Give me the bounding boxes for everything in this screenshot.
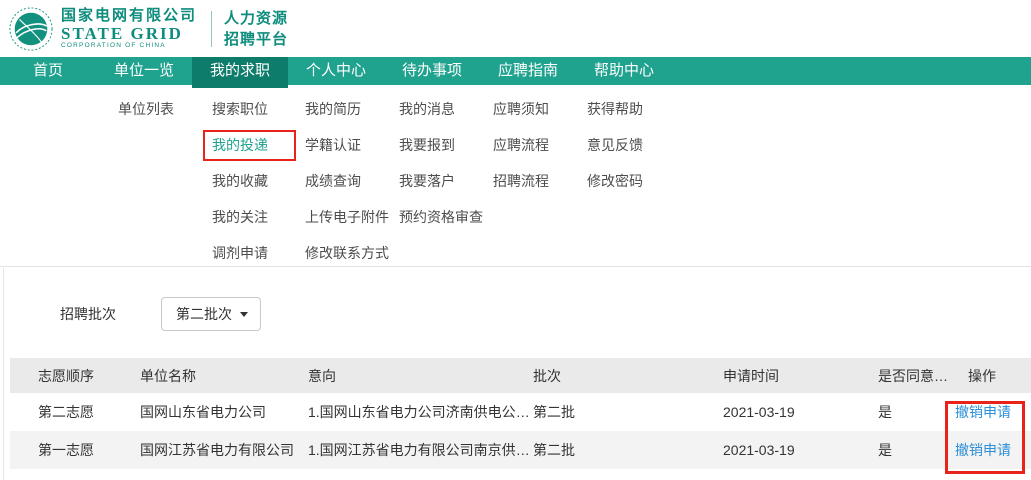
nav-item[interactable]: 帮助中心 [576, 57, 672, 85]
header: 国家电网有限公司 STATE GRID CORPORATION OF CHINA… [0, 0, 1031, 57]
table-cell-agree: 是 [878, 431, 955, 469]
menu-item[interactable]: 上传电子附件 [305, 199, 389, 235]
page: 国家电网有限公司 STATE GRID CORPORATION OF CHINA… [0, 0, 1031, 480]
applications-table: 志愿顺序单位名称意向批次申请时间是否同意调剂操作 第二志愿国网山东省电力公司1.… [10, 358, 1031, 469]
menu-item[interactable]: 我的关注 [212, 199, 268, 235]
platform-line2: 招聘平台 [224, 29, 288, 50]
menu-item[interactable]: 我的收藏 [212, 163, 268, 199]
nav-item[interactable]: 应聘指南 [480, 57, 576, 85]
table-header-row: 志愿顺序单位名称意向批次申请时间是否同意调剂操作 [10, 358, 1031, 393]
table-cell-apply-time: 2021-03-19 [723, 431, 878, 469]
main-nav: 首页单位一览我的求职个人中心待办事项应聘指南帮助中心 [0, 57, 1031, 85]
nav-item[interactable]: 待办事项 [384, 57, 480, 85]
company-name-en: STATE GRID [61, 25, 197, 42]
logo-text: 国家电网有限公司 STATE GRID CORPORATION OF CHINA [61, 8, 197, 50]
table-header-cell: 批次 [533, 358, 723, 393]
batch-select-dropdown[interactable]: 第二批次 [161, 297, 261, 331]
table-row: 第一志愿国网江苏省电力有限公司1.国网江苏省电力有限公司南京供电分...第二批2… [10, 431, 1031, 469]
menu-column: 应聘须知应聘流程招聘流程 [493, 91, 549, 199]
menu-item[interactable]: 学籍认证 [305, 127, 389, 163]
chevron-down-icon [240, 312, 248, 317]
logo-divider [211, 11, 212, 47]
filter-row: 招聘批次 第二批次 [60, 297, 1031, 331]
menu-item[interactable]: 我要报到 [399, 127, 483, 163]
table-cell-batch: 第二批 [533, 431, 723, 469]
revoke-application-link[interactable]: 撤销申请 [955, 404, 1011, 420]
menu-column: 单位列表 [118, 91, 174, 127]
table-cell-batch: 第二批 [533, 393, 723, 431]
table-row: 第二志愿国网山东省电力公司1.国网山东省电力公司济南供电公司;2...第二批20… [10, 393, 1031, 431]
menu-item[interactable]: 招聘流程 [493, 163, 549, 199]
platform-title: 人力资源 招聘平台 [224, 8, 288, 50]
menu-item[interactable]: 修改密码 [587, 163, 643, 199]
menu-item[interactable]: 应聘流程 [493, 127, 549, 163]
table-header-cell: 单位名称 [140, 358, 308, 393]
nav-item[interactable]: 个人中心 [288, 57, 384, 85]
table-cell-order: 第一志愿 [10, 431, 140, 469]
menu-item[interactable]: 我的投递 [212, 127, 268, 163]
menu-column: 获得帮助意见反馈修改密码 [587, 91, 643, 199]
menu-column: 我的简历学籍认证成绩查询上传电子附件修改联系方式 [305, 91, 389, 271]
content-left-edge [3, 268, 4, 480]
table-header-cell: 志愿顺序 [10, 358, 140, 393]
table-cell-unit: 国网山东省电力公司 [140, 393, 308, 431]
menu-column: 搜索职位我的投递我的收藏我的关注调剂申请 [212, 91, 268, 271]
table-cell-intent: 1.国网江苏省电力有限公司南京供电分... [308, 431, 533, 469]
menu-item[interactable]: 调剂申请 [212, 235, 268, 271]
batch-filter-label: 招聘批次 [60, 304, 116, 324]
menu-item[interactable]: 成绩查询 [305, 163, 389, 199]
company-name-cn: 国家电网有限公司 [61, 8, 197, 23]
table-cell-agree: 是 [878, 393, 955, 431]
menu-item[interactable]: 搜索职位 [212, 91, 268, 127]
nav-item[interactable]: 首页 [0, 57, 96, 85]
table-header-cell: 操作 [955, 358, 1031, 393]
menu-column: 我的消息我要报到我要落户预约资格审查 [399, 91, 483, 235]
action-cell: 撤销申请 [955, 393, 1031, 431]
platform-line1: 人力资源 [224, 8, 288, 29]
revoke-application-link[interactable]: 撤销申请 [955, 442, 1011, 458]
table-cell-intent: 1.国网山东省电力公司济南供电公司;2... [308, 393, 533, 431]
mega-menu: 单位列表搜索职位我的投递我的收藏我的关注调剂申请我的简历学籍认证成绩查询上传电子… [0, 85, 1031, 267]
action-cell: 撤销申请 [955, 431, 1031, 469]
table-header-cell: 意向 [308, 358, 533, 393]
state-grid-logo-icon [8, 6, 54, 52]
menu-item[interactable]: 单位列表 [118, 91, 174, 127]
menu-item[interactable]: 我要落户 [399, 163, 483, 199]
table-cell-unit: 国网江苏省电力有限公司 [140, 431, 308, 469]
table-header-cell: 是否同意调剂 [878, 358, 955, 393]
menu-item[interactable]: 意见反馈 [587, 127, 643, 163]
menu-item[interactable]: 预约资格审查 [399, 199, 483, 235]
company-name-sub: CORPORATION OF CHINA [61, 43, 197, 50]
menu-item[interactable]: 我的消息 [399, 91, 483, 127]
menu-item[interactable]: 应聘须知 [493, 91, 549, 127]
menu-item[interactable]: 获得帮助 [587, 91, 643, 127]
nav-item[interactable]: 单位一览 [96, 57, 192, 85]
table-header-cell: 申请时间 [723, 358, 878, 393]
nav-item[interactable]: 我的求职 [192, 57, 288, 88]
table-cell-apply-time: 2021-03-19 [723, 393, 878, 431]
batch-selected-value: 第二批次 [176, 304, 232, 324]
menu-item[interactable]: 修改联系方式 [305, 235, 389, 271]
menu-item[interactable]: 我的简历 [305, 91, 389, 127]
table-cell-order: 第二志愿 [10, 393, 140, 431]
annotation-box-menu [203, 130, 296, 161]
